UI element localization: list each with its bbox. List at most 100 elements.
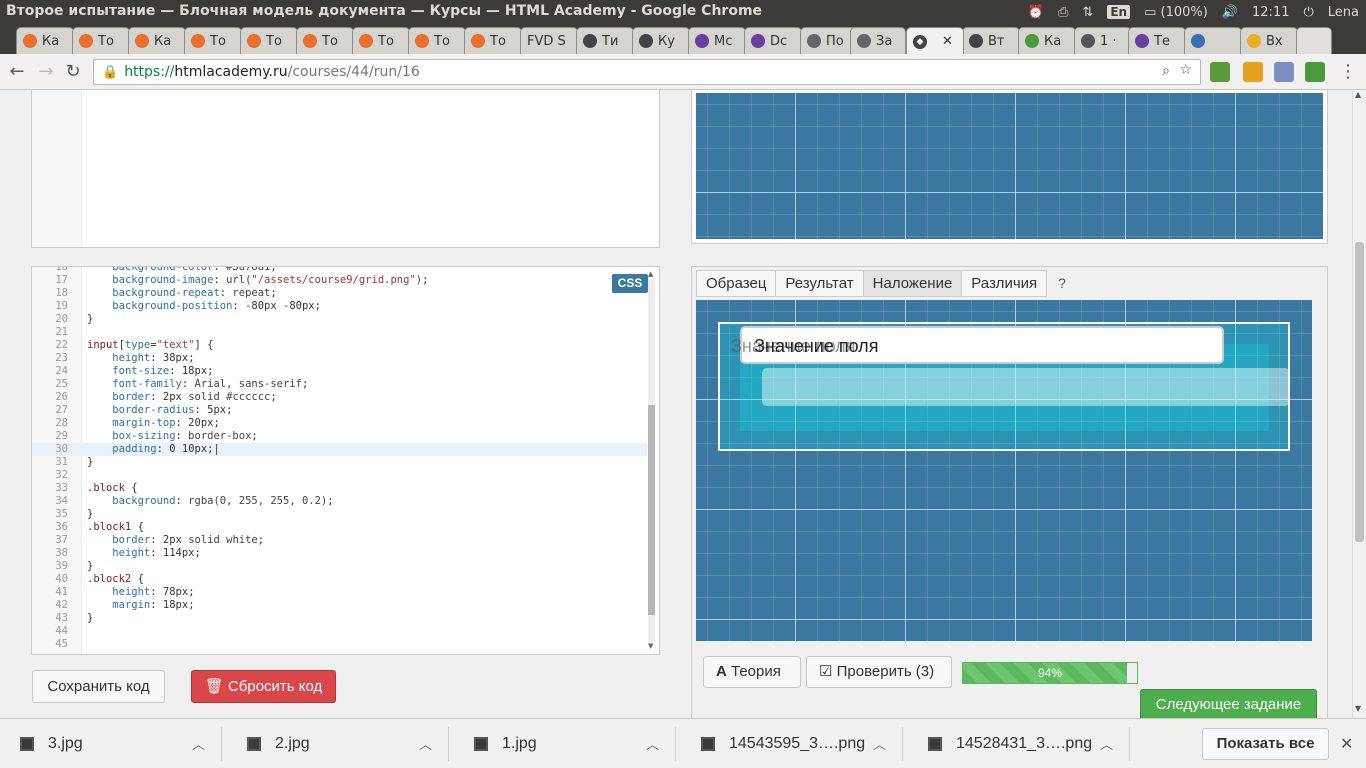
new-tab-button[interactable] — [1296, 27, 1332, 54]
browser-tab[interactable]: То — [296, 27, 354, 54]
code-line[interactable]: 25 font-family: Arial, sans-serif; — [32, 378, 647, 391]
browser-tab[interactable]: То — [72, 27, 130, 54]
download-item[interactable]: 3.jpg ︿ — [0, 727, 222, 761]
code-line[interactable]: 44 — [32, 625, 647, 638]
code-line[interactable]: 17 background-image: url("/assets/course… — [32, 274, 647, 287]
css-editor[interactable]: 16 background-color: #3a78a1; 17 backgrou… — [31, 266, 660, 655]
download-extension-icon[interactable] — [1305, 62, 1325, 82]
chevron-up-icon[interactable]: ︿ — [1100, 734, 1113, 753]
weather-extension-icon[interactable] — [1243, 62, 1263, 82]
reload-icon[interactable]: ↻ — [62, 61, 84, 83]
back-icon[interactable]: ← — [6, 61, 28, 83]
code-line[interactable]: 43} — [32, 612, 647, 625]
help-button[interactable]: ? — [1046, 270, 1078, 297]
menu-icon[interactable]: ⋮ — [1337, 61, 1359, 83]
browser-tab[interactable]: Ку — [632, 27, 690, 54]
bookmark-star-icon[interactable]: ☆ — [1179, 62, 1192, 78]
browser-tab[interactable]: То — [184, 27, 242, 54]
browser-tab[interactable]: Мс — [688, 27, 746, 54]
browser-tab[interactable]: То — [464, 27, 522, 54]
forward-icon[interactable]: → — [35, 61, 57, 83]
address-bar[interactable]: 🔒 https:// htmlacademy.ru /courses/44/ru… — [93, 59, 1201, 85]
chevron-up-icon[interactable]: ︿ — [646, 734, 659, 753]
chevron-up-icon[interactable]: ︿ — [419, 734, 432, 753]
save-code-button[interactable]: Сохранить код — [32, 670, 165, 703]
code-line[interactable]: 19 background-position: -80px -80px; — [32, 300, 647, 313]
printer-icon[interactable]: ⎙ — [1051, 0, 1075, 24]
alarm-icon[interactable]: ⏰ — [1021, 0, 1051, 24]
code-lines[interactable]: 16 background-color: #3a78a1; 17 backgrou… — [32, 267, 647, 651]
tab-sample[interactable]: Образец — [696, 270, 777, 297]
browser-tab[interactable]: Вт — [962, 27, 1020, 54]
browser-tab[interactable]: Dc — [744, 27, 802, 54]
code-line[interactable]: 27 border-radius: 5px; — [32, 404, 647, 417]
clock[interactable]: 12:11 — [1245, 0, 1296, 24]
browser-tab[interactable]: 1 · — [1074, 27, 1132, 54]
code-line[interactable]: 23 height: 38px; — [32, 352, 647, 365]
code-line[interactable]: 30 padding: 0 10px;| — [32, 443, 647, 456]
browser-tab[interactable]: FVD S — [520, 27, 578, 54]
browser-tab[interactable]: Те — [1128, 27, 1186, 54]
scroll-up-icon[interactable]: ▲ — [648, 270, 653, 278]
tab-close-icon[interactable]: ✕ — [942, 34, 953, 49]
code-line[interactable]: 34 background: rgba(0, 255, 255, 0.2); — [32, 495, 647, 508]
browser-tab[interactable]: То — [408, 27, 466, 54]
reset-code-button[interactable]: 🗑 Сбросить код — [191, 670, 336, 703]
power-icon[interactable]: ⏻ — [1296, 0, 1320, 24]
code-line[interactable]: 20} — [32, 313, 647, 326]
keyboard-layout[interactable]: En — [1100, 0, 1137, 24]
zoom-icon[interactable]: ⌕ — [1162, 63, 1170, 79]
browser-tab[interactable]: За — [850, 27, 906, 54]
tab-active[interactable]: ◆ ✕ — [906, 27, 964, 55]
browser-tab[interactable]: То — [352, 27, 410, 54]
chevron-up-icon[interactable]: ︿ — [192, 734, 205, 753]
scroll-down-icon[interactable]: ▼ — [1355, 704, 1361, 713]
browser-tab[interactable]: То — [240, 27, 298, 54]
code-line[interactable]: 26 border: 2px solid #cccccc; — [32, 391, 647, 404]
code-line[interactable]: 18 background-repeat: repeat; — [32, 287, 647, 300]
code-line[interactable]: 42 margin: 18px; — [32, 599, 647, 612]
chevron-up-icon[interactable]: ︿ — [873, 734, 886, 753]
network-icon[interactable]: ⇅ — [1075, 0, 1100, 24]
mail-extension-icon[interactable] — [1274, 62, 1294, 82]
close-icon[interactable]: ✕ — [1340, 734, 1353, 753]
scroll-up-icon[interactable]: ▲ — [1355, 90, 1361, 99]
code-line[interactable]: 32 — [32, 469, 647, 482]
browser-tab[interactable]: Ка — [128, 27, 186, 54]
show-all-downloads-button[interactable]: Показать все — [1202, 728, 1329, 760]
code-line[interactable]: 39} — [32, 560, 647, 573]
code-line[interactable]: 16 background-color: #3a78a1; — [32, 267, 647, 274]
page-scroll-thumb[interactable] — [1355, 242, 1364, 542]
browser-tab[interactable]: Вх — [1240, 27, 1298, 54]
code-line[interactable]: 29 box-sizing: border-box; — [32, 430, 647, 443]
code-line[interactable]: 22 input[type="text"] { — [32, 339, 647, 352]
code-line[interactable]: 45 — [32, 638, 647, 651]
check-button[interactable]: ☑ Проверить (3) — [806, 656, 952, 688]
page-scrollbar[interactable]: ▲ ▼ — [1352, 90, 1366, 718]
browser-tab[interactable]: Ка — [16, 27, 74, 54]
download-item[interactable]: 2.jpg ︿ — [227, 727, 449, 761]
download-item[interactable]: 14543595_3….png ︿ — [681, 727, 903, 761]
code-line[interactable]: 21 — [32, 326, 647, 339]
code-line[interactable]: 35} — [32, 508, 647, 521]
user-name[interactable]: Lena — [1321, 0, 1366, 24]
code-line[interactable]: 38 height: 114px; — [32, 547, 647, 560]
code-line[interactable]: 31} — [32, 456, 647, 469]
tab-diff[interactable]: Различия — [961, 270, 1048, 297]
code-line[interactable]: 40 .block2 { — [32, 573, 647, 586]
download-item[interactable]: 1.jpg ︿ — [454, 727, 676, 761]
browser-tab[interactable] — [1184, 27, 1242, 54]
browser-tab[interactable]: Ка — [1018, 27, 1076, 54]
code-line[interactable]: 37 border: 2px solid white; — [32, 534, 647, 547]
download-item[interactable]: 14528431_3….png ︿ — [908, 727, 1130, 761]
theory-button[interactable]: A Теория — [703, 656, 801, 688]
battery-indicator[interactable]: ▭ (100%) — [1137, 0, 1215, 24]
browser-tab[interactable]: Ти — [576, 27, 634, 54]
code-line[interactable]: 36 .block1 { — [32, 521, 647, 534]
html-editor[interactable] — [31, 90, 660, 248]
volume-icon[interactable]: 🔊 — [1215, 0, 1245, 24]
code-scrollbar[interactable]: ▲ ▼ — [645, 270, 657, 652]
code-line[interactable]: 41 height: 78px; — [32, 586, 647, 599]
tab-result[interactable]: Результат — [775, 270, 864, 297]
scroll-down-icon[interactable]: ▼ — [648, 642, 653, 650]
